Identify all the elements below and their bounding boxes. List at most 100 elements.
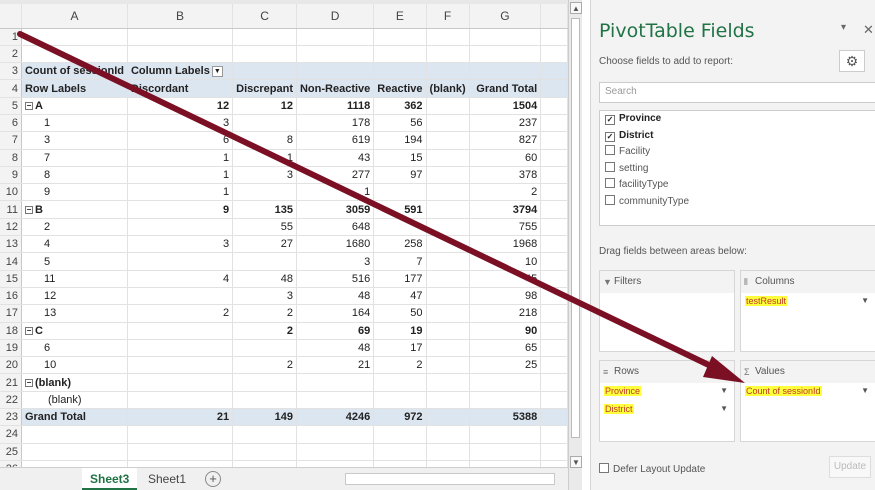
checkbox-icon[interactable] bbox=[605, 178, 615, 188]
value-cell[interactable] bbox=[426, 97, 470, 115]
value-cell[interactable]: 1 bbox=[232, 149, 297, 167]
cell[interactable] bbox=[540, 425, 568, 444]
value-cell[interactable] bbox=[232, 114, 297, 133]
column-header[interactable]: G bbox=[469, 4, 542, 29]
value-cell[interactable]: 135 bbox=[232, 200, 297, 219]
cell[interactable] bbox=[296, 28, 375, 46]
vertical-scrollbar[interactable]: ▲ ▼ bbox=[568, 0, 582, 490]
checkbox-icon[interactable] bbox=[605, 194, 615, 205]
value-cell[interactable]: 3 bbox=[232, 287, 297, 306]
row-header[interactable]: 8 bbox=[0, 149, 22, 167]
cell[interactable] bbox=[540, 235, 568, 254]
value-cell[interactable] bbox=[373, 391, 427, 410]
value-cell[interactable]: 827 bbox=[469, 131, 542, 150]
value-cell[interactable]: 648 bbox=[296, 218, 375, 237]
value-cell[interactable]: 1118 bbox=[296, 97, 375, 115]
cell[interactable] bbox=[540, 373, 568, 392]
row-header[interactable]: 3 bbox=[0, 62, 22, 81]
header-non-reactive[interactable]: Non-Reactive bbox=[296, 79, 375, 98]
column-header[interactable]: C bbox=[232, 4, 297, 29]
column-header[interactable]: B bbox=[127, 4, 234, 29]
row-label-district[interactable]: 7 bbox=[21, 149, 128, 167]
value-cell[interactable]: 21 bbox=[127, 408, 234, 427]
close-icon[interactable]: ✕ bbox=[863, 22, 874, 38]
row-header[interactable]: 13 bbox=[0, 235, 22, 254]
cell[interactable] bbox=[232, 45, 297, 64]
cell[interactable] bbox=[373, 62, 427, 81]
value-cell[interactable] bbox=[426, 218, 470, 237]
row-header[interactable]: 18 bbox=[0, 322, 22, 340]
value-cell[interactable]: 25 bbox=[469, 356, 542, 375]
tab-sheet1[interactable]: Sheet1 bbox=[140, 468, 194, 490]
cell[interactable] bbox=[540, 183, 568, 202]
cell[interactable] bbox=[469, 62, 542, 81]
value-cell[interactable]: 15 bbox=[373, 149, 427, 167]
cell[interactable] bbox=[540, 408, 568, 427]
pane-options-icon[interactable]: ▾ bbox=[841, 22, 846, 33]
checked-checkbox-icon[interactable]: ✓ bbox=[605, 115, 615, 125]
value-cell[interactable]: 1 bbox=[296, 183, 375, 202]
value-cell[interactable] bbox=[232, 252, 297, 271]
cell[interactable] bbox=[540, 149, 568, 167]
row-label-district[interactable]: (blank) bbox=[21, 391, 128, 410]
value-cell[interactable]: 237 bbox=[469, 114, 542, 133]
value-cell[interactable] bbox=[426, 373, 470, 392]
cell[interactable] bbox=[469, 45, 542, 64]
value-cell[interactable] bbox=[373, 425, 427, 444]
row-label-district[interactable]: 6 bbox=[21, 339, 128, 358]
value-cell[interactable] bbox=[296, 425, 375, 444]
column-header[interactable]: F bbox=[426, 4, 470, 29]
value-cell[interactable]: 27 bbox=[232, 235, 297, 254]
row-label-province[interactable]: − C bbox=[21, 322, 128, 340]
cell[interactable] bbox=[540, 166, 568, 185]
value-cell[interactable] bbox=[127, 443, 234, 461]
field-setting[interactable]: setting bbox=[600, 161, 875, 178]
value-cell[interactable]: 164 bbox=[296, 304, 375, 323]
row-labels-header[interactable]: Row Labels bbox=[21, 79, 128, 98]
value-cell[interactable] bbox=[426, 339, 470, 358]
field-province[interactable]: ✓ Province bbox=[600, 111, 875, 128]
value-cell[interactable]: 3 bbox=[127, 114, 234, 133]
value-cell[interactable]: 2 bbox=[373, 356, 427, 375]
value-cell[interactable]: 8 bbox=[232, 131, 297, 150]
checkbox-icon[interactable] bbox=[599, 463, 609, 473]
column-header[interactable]: A bbox=[21, 4, 128, 29]
row-label-province[interactable] bbox=[21, 425, 128, 444]
row-header[interactable]: 7 bbox=[0, 131, 22, 150]
value-cell[interactable]: 6 bbox=[127, 131, 234, 150]
collapse-icon[interactable]: − bbox=[24, 378, 33, 387]
header-discrepant[interactable]: Discrepant bbox=[232, 79, 297, 98]
value-cell[interactable]: 47 bbox=[373, 287, 427, 306]
row-header[interactable]: 23 bbox=[0, 408, 22, 427]
value-cell[interactable] bbox=[232, 425, 297, 444]
rows-chip-district[interactable]: District ▼ bbox=[604, 404, 730, 419]
value-cell[interactable] bbox=[232, 391, 297, 410]
collapse-icon[interactable]: − bbox=[24, 205, 33, 214]
row-label-district[interactable]: 1 bbox=[21, 114, 128, 133]
value-cell[interactable] bbox=[296, 391, 375, 410]
cell[interactable] bbox=[540, 62, 568, 81]
row-label-district[interactable]: 13 bbox=[21, 304, 128, 323]
value-cell[interactable] bbox=[373, 218, 427, 237]
cell[interactable] bbox=[540, 391, 568, 410]
value-cell[interactable]: 56 bbox=[373, 114, 427, 133]
value-cell[interactable]: 2 bbox=[232, 322, 297, 340]
value-cell[interactable]: 3059 bbox=[296, 200, 375, 219]
cell[interactable] bbox=[426, 45, 470, 64]
value-cell[interactable] bbox=[127, 252, 234, 271]
value-cell[interactable] bbox=[373, 373, 427, 392]
update-button[interactable]: Update bbox=[829, 456, 871, 478]
cell[interactable] bbox=[540, 45, 568, 64]
value-cell[interactable] bbox=[232, 339, 297, 358]
column-header[interactable]: D bbox=[296, 4, 375, 29]
count-label[interactable]: Count of sessionId bbox=[21, 62, 128, 81]
column-filter-icon[interactable]: ▼ bbox=[211, 65, 223, 77]
select-all-corner[interactable] bbox=[0, 4, 22, 29]
value-cell[interactable] bbox=[232, 183, 297, 202]
value-cell[interactable]: 178 bbox=[296, 114, 375, 133]
cell[interactable] bbox=[373, 28, 427, 46]
value-cell[interactable] bbox=[127, 218, 234, 237]
cell[interactable] bbox=[127, 45, 234, 64]
value-cell[interactable]: 258 bbox=[373, 235, 427, 254]
row-header[interactable]: 22 bbox=[0, 391, 22, 410]
